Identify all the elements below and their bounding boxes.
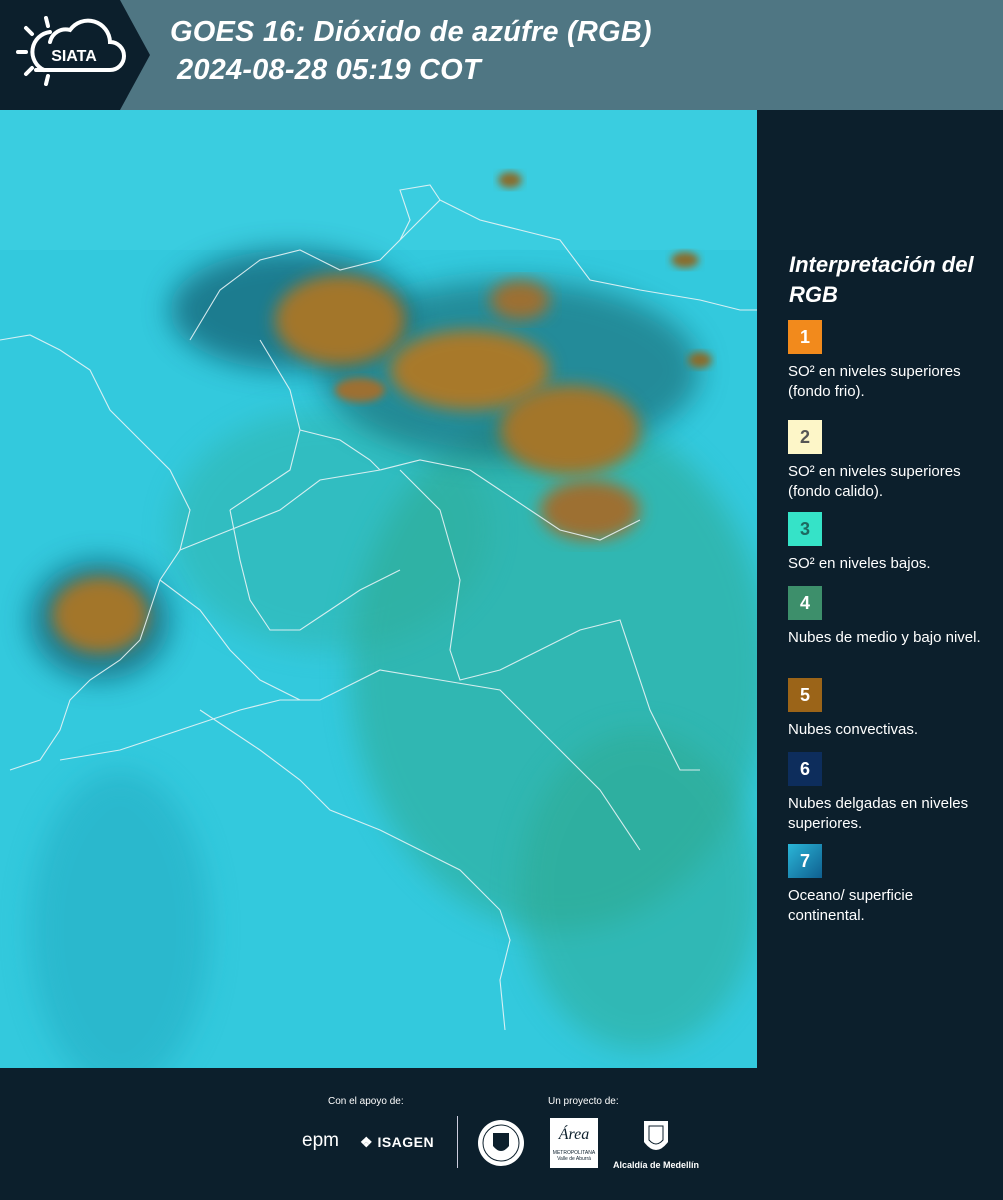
legend-label-6: Nubes delgadas en niveles superiores. bbox=[788, 795, 969, 832]
logo-text: SIATA bbox=[51, 48, 97, 65]
legend-label-2: SO² en niveles superiores (fondo calido)… bbox=[788, 463, 961, 500]
siata-logo: SIATA bbox=[0, 0, 150, 110]
legend-label-7: Oceano/ superficie continental. bbox=[788, 887, 914, 924]
legend-swatch-7: 7 bbox=[788, 844, 822, 878]
legend-swatch-6: 6 bbox=[788, 752, 822, 786]
legend-swatch-3: 3 bbox=[788, 512, 822, 546]
area-metropolitana-logo: Área METROPOLITANA Valle de Aburrá bbox=[550, 1118, 598, 1168]
legend-swatch-4: 4 bbox=[788, 586, 822, 620]
legend-item-2: 2 SO² en niveles superiores (fondo calid… bbox=[788, 420, 988, 502]
legend-item-5: 5 Nubes convectivas. bbox=[788, 678, 988, 740]
footer-divider bbox=[457, 1116, 458, 1168]
legend-label-5: Nubes convectivas. bbox=[788, 721, 919, 738]
legend-item-4: 4 Nubes de medio y bajo nivel. bbox=[788, 586, 988, 648]
project-caption: Un proyecto de: bbox=[548, 1096, 619, 1107]
legend-panel: Interpretación del RGB 1 SO² en niveles … bbox=[760, 110, 1003, 1068]
legend-swatch-1: 1 bbox=[788, 320, 822, 354]
legend-title: Interpretación del RGB bbox=[789, 252, 974, 307]
isagen-logo: ❖ ISAGEN bbox=[360, 1134, 435, 1150]
alcaldia-text: Alcaldía de Medellín bbox=[613, 1160, 700, 1170]
legend-swatch-2: 2 bbox=[788, 420, 822, 454]
legend-item-1: 1 SO² en niveles superiores (fondo frio)… bbox=[788, 320, 988, 402]
legend-swatch-5: 5 bbox=[788, 678, 822, 712]
footer-bar: Con el apoyo de: Un proyecto de: epm ❖ I… bbox=[0, 1068, 1003, 1200]
epm-logo: epm bbox=[302, 1130, 339, 1151]
header-bar: SIATA GOES 16: Dióxido de azúfre (RGB) 2… bbox=[0, 0, 1003, 110]
support-caption: Con el apoyo de: bbox=[328, 1096, 404, 1107]
legend-label-3: SO² en niveles bajos. bbox=[788, 555, 931, 572]
legend-item-3: 3 SO² en niveles bajos. bbox=[788, 512, 988, 574]
legend-label-1: SO² en niveles superiores (fondo frio). bbox=[788, 363, 961, 400]
satellite-map bbox=[0, 110, 757, 1068]
rgb-satellite-image bbox=[0, 110, 757, 1068]
legend-item-6: 6 Nubes delgadas en niveles superiores. bbox=[788, 752, 988, 834]
medellin-seal-icon bbox=[478, 1120, 524, 1166]
sun-cloud-icon: SIATA bbox=[16, 16, 126, 86]
alcaldia-shield-icon bbox=[644, 1121, 668, 1150]
timestamp: 2024-08-28 05:19 COT bbox=[177, 54, 481, 86]
page-title: GOES 16: Dióxido de azúfre (RGB) bbox=[170, 16, 652, 48]
legend-item-7: 7 Oceano/ superficie continental. bbox=[788, 844, 988, 926]
legend-label-4: Nubes de medio y bajo nivel. bbox=[788, 629, 981, 646]
isagen-mark-icon: ❖ bbox=[360, 1134, 374, 1150]
